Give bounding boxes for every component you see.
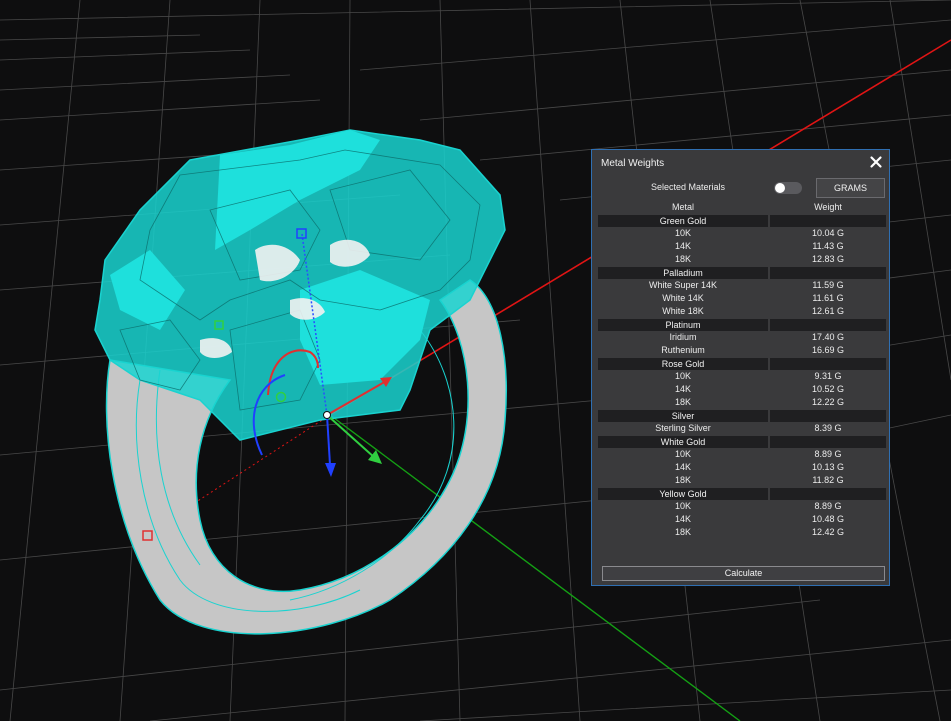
group-header-row: Silver: [598, 410, 886, 422]
metal-weight: 11.43 G: [812, 241, 844, 251]
panel-title: Metal Weights: [601, 158, 665, 169]
group-name: Platinum: [665, 320, 701, 330]
metal-weight: 8.39 G: [814, 423, 842, 433]
selected-materials-label: Selected Materials: [651, 182, 726, 192]
metal-weight: 12.61 G: [811, 306, 845, 316]
metal-weight: 9.31 G: [814, 371, 842, 381]
metal-name: White 18K: [662, 306, 704, 316]
metal-name: 18K: [674, 527, 691, 537]
column-header-weight: Weight: [814, 202, 842, 212]
metal-name: 10K: [674, 371, 691, 381]
table-body: Green Gold 10K 10.04 G 14K 11.43 G 18K 12.83 G…: [598, 215, 886, 539]
group-header-divider: [768, 358, 770, 370]
metal-name: 14K: [674, 514, 691, 524]
group-header-row: Yellow Gold: [598, 488, 886, 500]
metal-weight: 11.82 G: [812, 475, 844, 485]
metal-weights-panel: Metal Weights Selected Materials GRAMS M…: [591, 149, 890, 586]
group-header-row: Platinum: [598, 319, 886, 331]
metal-weight: 12.83 G: [811, 254, 845, 264]
metal-name: 10K: [674, 449, 691, 459]
table-row[interactable]: White 14K 11.61 G: [598, 292, 886, 305]
group-header-divider: [768, 488, 770, 500]
group-header-row: Rose Gold: [598, 358, 886, 370]
panel-titlebar[interactable]: Metal Weights: [592, 150, 889, 176]
group-name: Silver: [671, 411, 695, 421]
group-name: Yellow Gold: [659, 489, 707, 499]
table-row[interactable]: 14K 11.43 G: [598, 240, 886, 253]
group-header-divider: [768, 267, 770, 279]
table-row[interactable]: 14K 10.13 G: [598, 461, 886, 474]
metal-name: 10K: [674, 228, 691, 238]
group-header-row: White Gold: [598, 436, 886, 448]
table-row[interactable]: 18K 12.42 G: [598, 526, 886, 539]
table-row[interactable]: White 18K 12.61 G: [598, 305, 886, 318]
calculate-button[interactable]: Calculate: [602, 566, 885, 581]
metal-name: White 14K: [662, 293, 704, 303]
metal-name: 14K: [674, 384, 691, 394]
metal-weight: 17.40 G: [811, 332, 845, 342]
group-header-divider: [768, 436, 770, 448]
group-header-divider: [768, 215, 770, 227]
table-row[interactable]: 14K 10.52 G: [598, 383, 886, 396]
group-header-divider: [768, 410, 770, 422]
table-row[interactable]: Sterling Silver 8.39 G: [598, 422, 886, 435]
metal-weight: 10.04 G: [811, 228, 845, 238]
table-row[interactable]: 18K 12.83 G: [598, 253, 886, 266]
close-icon[interactable]: [868, 154, 884, 170]
metal-name: 18K: [674, 397, 691, 407]
group-name: Rose Gold: [661, 359, 705, 369]
table-row[interactable]: 18K 12.22 G: [598, 396, 886, 409]
column-header-metal: Metal: [671, 202, 694, 212]
metal-name: White Super 14K: [648, 280, 718, 290]
metal-weights-table: Metal Weight Green Gold 10K 10.04 G 14K 11.4…: [598, 202, 886, 539]
table-row[interactable]: Ruthenium 16.69 G: [598, 344, 886, 357]
group-name: White Gold: [660, 437, 706, 447]
metal-name: 14K: [674, 462, 691, 472]
metal-weight: 10.52 G: [811, 384, 845, 394]
group-header-row: Palladium: [598, 267, 886, 279]
metal-weight: 11.59 G: [812, 280, 844, 290]
metal-weight: 8.89 G: [814, 501, 842, 511]
metal-name: 14K: [674, 241, 691, 251]
table-header: Metal Weight: [598, 202, 886, 214]
units-button[interactable]: GRAMS: [816, 178, 885, 198]
metal-name: 18K: [674, 254, 691, 264]
metal-weight: 16.69 G: [811, 345, 845, 355]
metal-weight: 10.48 G: [811, 514, 845, 524]
gizmo-center[interactable]: [323, 411, 331, 419]
metal-weight: 12.22 G: [811, 397, 845, 407]
table-row[interactable]: 14K 10.48 G: [598, 513, 886, 526]
metal-name: Sterling Silver: [655, 423, 711, 433]
table-row[interactable]: 10K 10.04 G: [598, 227, 886, 240]
metal-name: 18K: [674, 475, 691, 485]
metal-name: Ruthenium: [661, 345, 705, 355]
table-row[interactable]: Iridium 17.40 G: [598, 331, 886, 344]
metal-name: 10K: [674, 501, 691, 511]
table-row[interactable]: White Super 14K 11.59 G: [598, 279, 886, 292]
table-row[interactable]: 10K 8.89 G: [598, 448, 886, 461]
metal-weight: 11.61 G: [812, 293, 844, 303]
toggle-knob: [775, 183, 785, 193]
group-header-divider: [768, 319, 770, 331]
group-name: Palladium: [663, 268, 703, 278]
group-name: Green Gold: [659, 216, 707, 226]
metal-name: Iridium: [669, 332, 697, 342]
table-row[interactable]: 10K 9.31 G: [598, 370, 886, 383]
table-row[interactable]: 10K 8.89 G: [598, 500, 886, 513]
metal-weight: 8.89 G: [814, 449, 842, 459]
table-row[interactable]: 18K 11.82 G: [598, 474, 886, 487]
group-header-row: Green Gold: [598, 215, 886, 227]
metal-weight: 10.13 G: [811, 462, 845, 472]
metal-weight: 12.42 G: [811, 527, 845, 537]
selected-materials-toggle[interactable]: [774, 182, 802, 194]
